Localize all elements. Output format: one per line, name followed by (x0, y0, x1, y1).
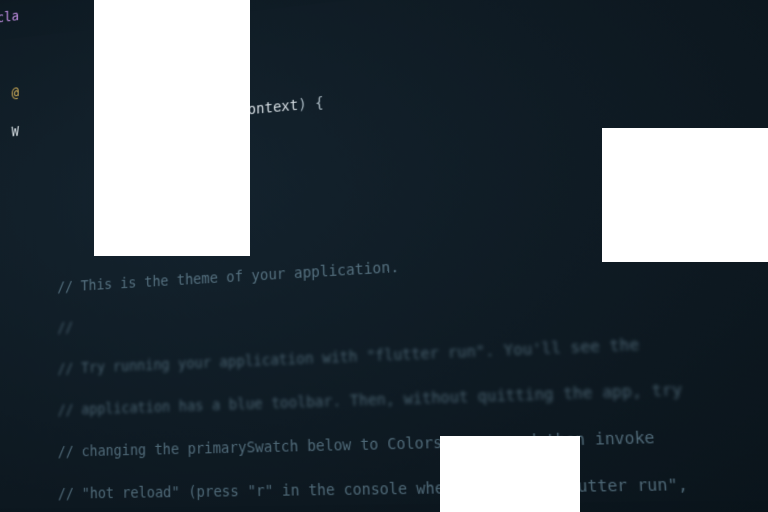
code-line: // changing the primarySwatch below to C… (0, 418, 768, 464)
viewport: 6 7 8 9 10 11 12 13 14 15 16 17 18 19 20… (0, 0, 768, 512)
code-line: // "hot reload" (press "r" in the consol… (0, 469, 768, 506)
overlay-cutout (440, 436, 580, 512)
overlay-cutout (602, 128, 768, 262)
overlay-cutout (94, 0, 250, 256)
